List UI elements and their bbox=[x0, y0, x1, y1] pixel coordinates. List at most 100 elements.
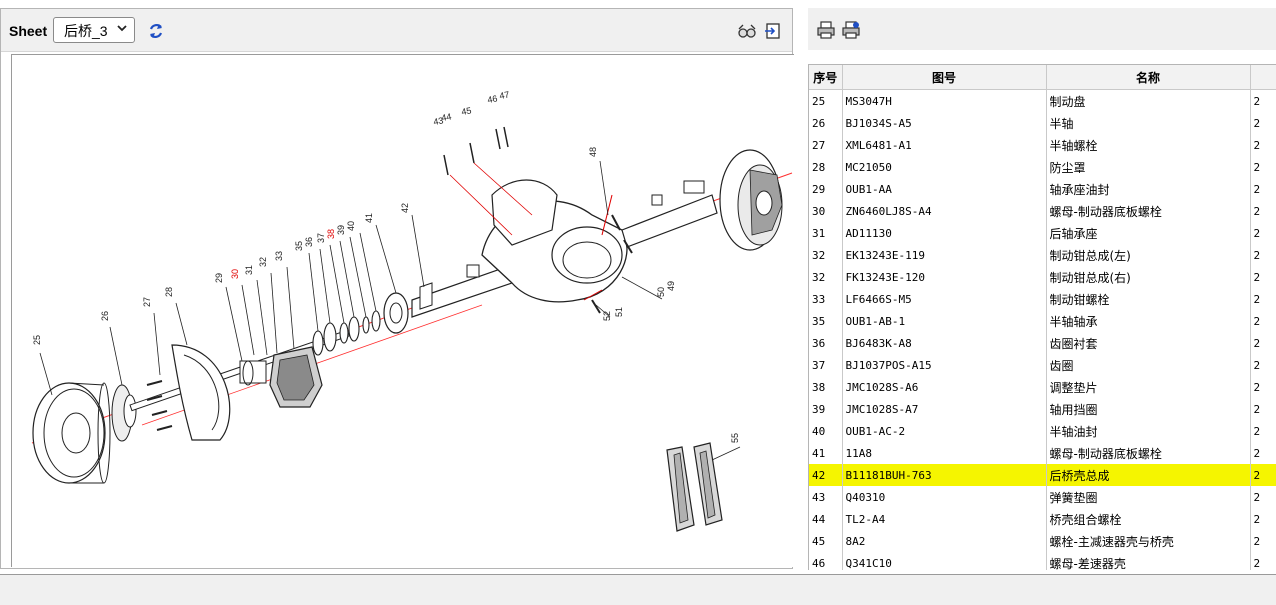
callout-label[interactable]: 42 bbox=[400, 203, 410, 213]
table-row[interactable]: 45 8A2 螺栓-主减速器壳与桥壳 2 bbox=[809, 530, 1276, 552]
refresh-icon[interactable] bbox=[146, 21, 166, 41]
cell-qty: 2 bbox=[1250, 178, 1276, 200]
cell-name: 制动钳总成(左) bbox=[1046, 244, 1251, 266]
cell-part-no: BJ1034S-A5 bbox=[842, 112, 1047, 134]
callout-label[interactable]: 32 bbox=[258, 257, 268, 267]
callout-label[interactable]: 40 bbox=[346, 221, 356, 231]
cell-part-no: LF6466S-M5 bbox=[842, 288, 1047, 310]
cell-name: 后轴承座 bbox=[1046, 222, 1251, 244]
callout-label[interactable]: 26 bbox=[100, 311, 110, 321]
cell-part-no: 8A2 bbox=[842, 530, 1047, 552]
callout-label[interactable]: 25 bbox=[32, 335, 42, 345]
table-row[interactable]: 39 JMC1028S-A7 轴用挡圈 2 bbox=[809, 398, 1276, 420]
cell-part-no: XML6481-A1 bbox=[842, 134, 1047, 156]
callout-label[interactable]: 45 bbox=[461, 105, 473, 117]
table-row[interactable]: 28 MC21050 防尘罩 2 bbox=[809, 156, 1276, 178]
callout-label[interactable]: 37 bbox=[316, 233, 326, 243]
callout-label[interactable]: 51 bbox=[614, 307, 624, 317]
exploded-view-drawing[interactable]: 25 26 27 28 29 30 31 32 33 35 36 37 38 39 40 41 42 43 44 45… bbox=[11, 54, 794, 567]
cell-qty: 2 bbox=[1250, 420, 1276, 442]
sheet-select-value: 后桥_3 bbox=[64, 23, 108, 39]
callout-label[interactable]: 29 bbox=[214, 273, 224, 283]
cell-part-no: BJ6483K-A8 bbox=[842, 332, 1047, 354]
callout-label[interactable]: 28 bbox=[164, 287, 174, 297]
callout-label[interactable]: 36 bbox=[304, 237, 314, 247]
cell-name: 半轴油封 bbox=[1046, 420, 1251, 442]
cell-part-no: JMC1028S-A7 bbox=[842, 398, 1047, 420]
table-row[interactable]: 32 EK13243E-119 制动钳总成(左) 2 bbox=[809, 244, 1276, 266]
callout-label[interactable]: 47 bbox=[499, 89, 511, 101]
table-row[interactable]: 36 BJ6483K-A8 齿圈衬套 2 bbox=[809, 332, 1276, 354]
cell-qty: 2 bbox=[1250, 222, 1276, 244]
table-row[interactable]: 29 OUB1-AA 轴承座油封 2 bbox=[809, 178, 1276, 200]
callout-label[interactable]: 39 bbox=[336, 225, 346, 235]
callout-label[interactable]: 41 bbox=[364, 213, 374, 223]
cell-part-no: ZN6460LJ8S-A4 bbox=[842, 200, 1047, 222]
cell-qty: 2 bbox=[1250, 486, 1276, 508]
cell-name: 防尘罩 bbox=[1046, 156, 1251, 178]
table-row[interactable]: 46 Q341C10 螺母-差速器壳 2 bbox=[809, 552, 1276, 570]
callout-label[interactable]: 46 bbox=[487, 93, 499, 105]
glasses-icon[interactable] bbox=[737, 21, 757, 41]
table-row[interactable]: 42 B11181BUH-763 后桥壳总成 2 bbox=[809, 464, 1276, 486]
header-seq[interactable]: 序号 bbox=[809, 65, 843, 90]
cell-qty: 2 bbox=[1250, 200, 1276, 222]
sheet-select[interactable]: 后桥_3 bbox=[53, 17, 135, 43]
table-row[interactable]: 43 Q40310 弹簧垫圈 2 bbox=[809, 486, 1276, 508]
cell-seq: 44 bbox=[809, 508, 843, 530]
cell-name: 半轴轴承 bbox=[1046, 310, 1251, 332]
callout-label[interactable]: 44 bbox=[441, 111, 453, 123]
table-row[interactable]: 32 FK13243E-120 制动钳总成(右) 2 bbox=[809, 266, 1276, 288]
callout-label[interactable]: 27 bbox=[142, 297, 152, 307]
table-row[interactable]: 25 MS3047H 制动盘 2 bbox=[809, 89, 1276, 112]
table-row[interactable]: 38 JMC1028S-A6 调整垫片 2 bbox=[809, 376, 1276, 398]
bolts bbox=[146, 380, 173, 431]
table-row[interactable]: 35 OUB1-AB-1 半轴轴承 2 bbox=[809, 310, 1276, 332]
callout-label[interactable]: 35 bbox=[294, 241, 304, 251]
table-row[interactable]: 27 XML6481-A1 半轴螺栓 2 bbox=[809, 134, 1276, 156]
callout-label[interactable]: 31 bbox=[244, 265, 254, 275]
cell-seq: 42 bbox=[809, 464, 843, 486]
cell-part-no: B11181BUH-763 bbox=[842, 464, 1047, 486]
parts-table-container[interactable]: 序号 图号 名称 25 MS3047H 制动盘 2 26 BJ1034S-A5 半轴 2 27 X… bbox=[808, 64, 1276, 570]
print-all-icon[interactable] bbox=[841, 20, 861, 40]
callout-label[interactable]: 48 bbox=[588, 147, 598, 157]
table-row[interactable]: 44 TL2-A4 桥壳组合螺栓 2 bbox=[809, 508, 1276, 530]
cell-seq: 46 bbox=[809, 552, 843, 570]
callout-label[interactable]: 30 bbox=[230, 269, 240, 279]
cell-name: 齿圈 bbox=[1046, 354, 1251, 376]
cell-seq: 36 bbox=[809, 332, 843, 354]
callout-label[interactable]: 49 bbox=[666, 281, 676, 291]
cell-name: 轴用挡圈 bbox=[1046, 398, 1251, 420]
table-row[interactable]: 40 OUB1-AC-2 半轴油封 2 bbox=[809, 420, 1276, 442]
print-icon[interactable] bbox=[816, 20, 836, 40]
table-row[interactable]: 30 ZN6460LJ8S-A4 螺母-制动器底板螺栓 2 bbox=[809, 200, 1276, 222]
cell-qty: 2 bbox=[1250, 332, 1276, 354]
cell-part-no: Q40310 bbox=[842, 486, 1047, 508]
header-part-no[interactable]: 图号 bbox=[842, 65, 1047, 90]
cell-qty: 2 bbox=[1250, 354, 1276, 376]
cell-qty: 2 bbox=[1250, 266, 1276, 288]
table-row[interactable]: 31 AD11130 后轴承座 2 bbox=[809, 222, 1276, 244]
cell-seq: 40 bbox=[809, 420, 843, 442]
cell-name: 轴承座油封 bbox=[1046, 178, 1251, 200]
callout-label[interactable]: 50 bbox=[656, 287, 666, 297]
table-row[interactable]: 33 LF6466S-M5 制动钳螺栓 2 bbox=[809, 288, 1276, 310]
header-qty[interactable] bbox=[1250, 65, 1276, 90]
table-row[interactable]: 41 11A8 螺母-制动器底板螺栓 2 bbox=[809, 442, 1276, 464]
callout-label[interactable]: 55 bbox=[730, 433, 740, 443]
callout-label[interactable]: 38 bbox=[326, 229, 336, 239]
header-name[interactable]: 名称 bbox=[1046, 65, 1251, 90]
cell-seq: 27 bbox=[809, 134, 843, 156]
bottom-bar bbox=[0, 574, 1276, 605]
cell-seq: 30 bbox=[809, 200, 843, 222]
table-row[interactable]: 26 BJ1034S-A5 半轴 2 bbox=[809, 112, 1276, 134]
table-row[interactable]: 37 BJ1037POS-A15 齿圈 2 bbox=[809, 354, 1276, 376]
cell-seq: 26 bbox=[809, 112, 843, 134]
callout-label[interactable]: 52 bbox=[602, 311, 612, 321]
cell-part-no: TL2-A4 bbox=[842, 508, 1047, 530]
cell-name: 半轴螺栓 bbox=[1046, 134, 1251, 156]
export-icon[interactable] bbox=[763, 21, 783, 41]
rear-axle-diagram: 2526272829 30 31323335 36 37 38 39 404142434445… bbox=[31, 89, 793, 532]
callout-label[interactable]: 33 bbox=[274, 251, 284, 261]
